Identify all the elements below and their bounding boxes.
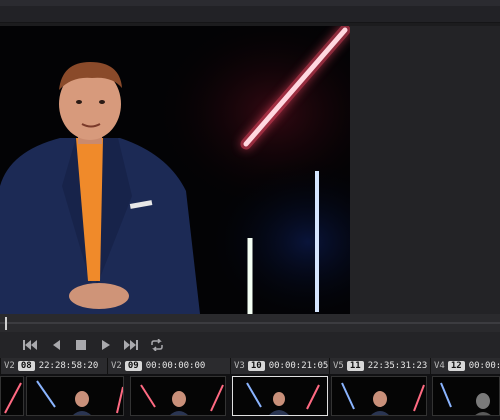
clip-track-label: V3 xyxy=(234,361,245,371)
clip-thumbnail[interactable] xyxy=(432,376,500,416)
top-toolbar xyxy=(0,0,500,23)
menu-strip xyxy=(0,0,500,6)
skip-to-start-icon[interactable] xyxy=(20,336,40,354)
clip-timecode: 00:00:18:14 xyxy=(468,361,500,371)
empty-viewer-area xyxy=(350,26,500,314)
clip-number: 10 xyxy=(247,361,265,371)
clip-track-label: V5 xyxy=(333,361,344,371)
clip-timecode: 22:28:58:20 xyxy=(38,361,99,371)
timeline-scrubber[interactable] xyxy=(0,314,500,332)
stop-icon[interactable] xyxy=(71,336,91,354)
clip-number: 11 xyxy=(346,361,364,371)
clip-header[interactable]: V2 08 22:28:58:20 xyxy=(0,358,107,374)
clip-thumbnail[interactable] xyxy=(331,376,427,416)
step-back-icon[interactable] xyxy=(46,336,66,354)
clip-track-label: V4 xyxy=(434,361,445,371)
clip-timecode: 00:00:21:05 xyxy=(268,361,329,371)
clip-number: 12 xyxy=(447,361,465,371)
clip-timecode: 00:00:00:00 xyxy=(145,361,206,371)
clip-number: 09 xyxy=(124,361,142,371)
clip-thumbnail-selected[interactable] xyxy=(232,376,328,416)
clip-timecode: 22:35:31:23 xyxy=(367,361,428,371)
clip-thumbnail[interactable] xyxy=(130,376,226,416)
viewer-frame-image xyxy=(0,26,350,314)
clip-thumbnail[interactable] xyxy=(0,376,24,416)
clip-number: 08 xyxy=(17,361,35,371)
loop-icon[interactable] xyxy=(147,336,167,354)
clip-strip: V2 08 22:28:58:20 V2 09 00:00:00:00 V3 1… xyxy=(0,358,500,420)
video-viewer[interactable] xyxy=(0,26,350,314)
clip-header[interactable]: V3 10 00:00:21:05 xyxy=(230,358,329,374)
clip-thumbnail[interactable] xyxy=(26,376,124,416)
clip-header[interactable]: V5 11 22:35:31:23 xyxy=(329,358,430,374)
clip-track-label: V2 xyxy=(4,361,15,371)
clip-header[interactable]: V2 09 00:00:00:00 xyxy=(107,358,230,374)
playhead[interactable] xyxy=(5,317,7,330)
skip-to-end-icon[interactable] xyxy=(121,336,141,354)
clip-header[interactable]: V4 12 00:00:18:14 xyxy=(430,358,500,374)
transport-controls xyxy=(0,332,500,358)
scrub-track xyxy=(0,322,500,324)
clip-track-label: V2 xyxy=(111,361,122,371)
play-icon[interactable] xyxy=(96,336,116,354)
